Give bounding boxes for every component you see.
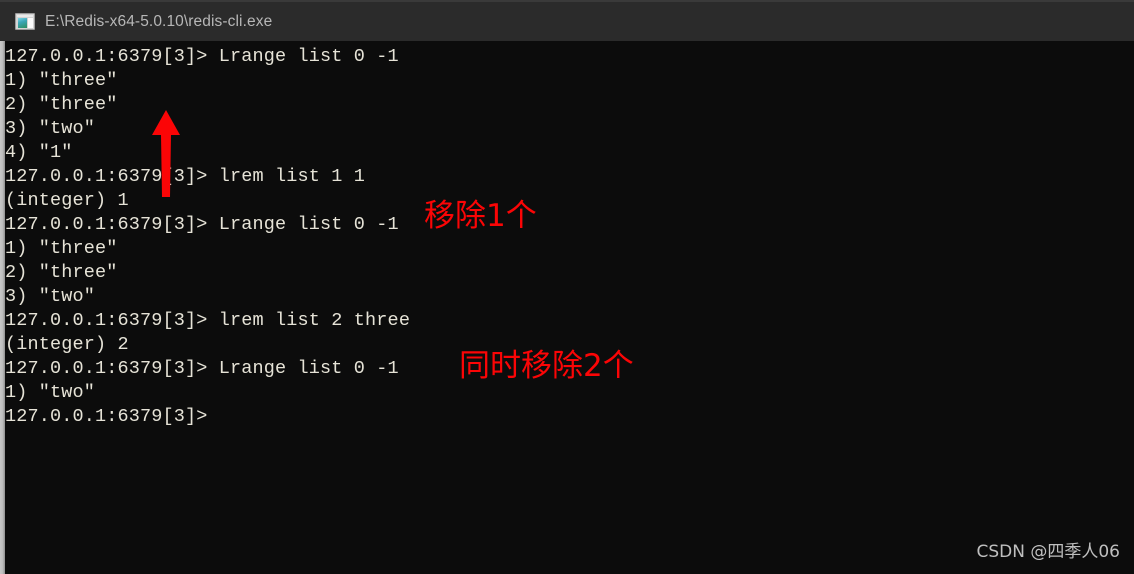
terminal-line: 127.0.0.1:6379[3]> lrem list 2 three [5, 310, 411, 331]
window-left-border [0, 0, 5, 574]
watermark: CSDN @四季人06 [976, 542, 1120, 562]
window-title: E:\Redis-x64-5.0.10\redis-cli.exe [45, 12, 273, 30]
terminal-line: 3) "two" [5, 286, 96, 307]
terminal-line: 2) "three" [5, 262, 118, 283]
console-window: E:\Redis-x64-5.0.10\redis-cli.exe 127.0.… [0, 0, 1134, 574]
annotation-remove-one: 移除1个 [424, 198, 537, 234]
red-up-arrow-icon [152, 110, 180, 197]
terminal-line: 127.0.0.1:6379[3]> [5, 406, 208, 427]
terminal-line: 1) "three" [5, 70, 118, 91]
terminal-line: 1) "two" [5, 382, 96, 403]
console-window-icon [15, 13, 35, 30]
terminal-line: 127.0.0.1:6379[3]> Lrange list 0 -1 [5, 214, 399, 235]
annotation-remove-two: 同时移除2个 [459, 348, 634, 384]
window-titlebar[interactable]: E:\Redis-x64-5.0.10\redis-cli.exe [0, 0, 1134, 41]
terminal-line: 127.0.0.1:6379[3]> Lrange list 0 -1 [5, 46, 399, 67]
terminal-screen[interactable]: 127.0.0.1:6379[3]> Lrange list 0 -1 1) "t… [5, 41, 1134, 574]
terminal-line: 1) "three" [5, 238, 118, 259]
